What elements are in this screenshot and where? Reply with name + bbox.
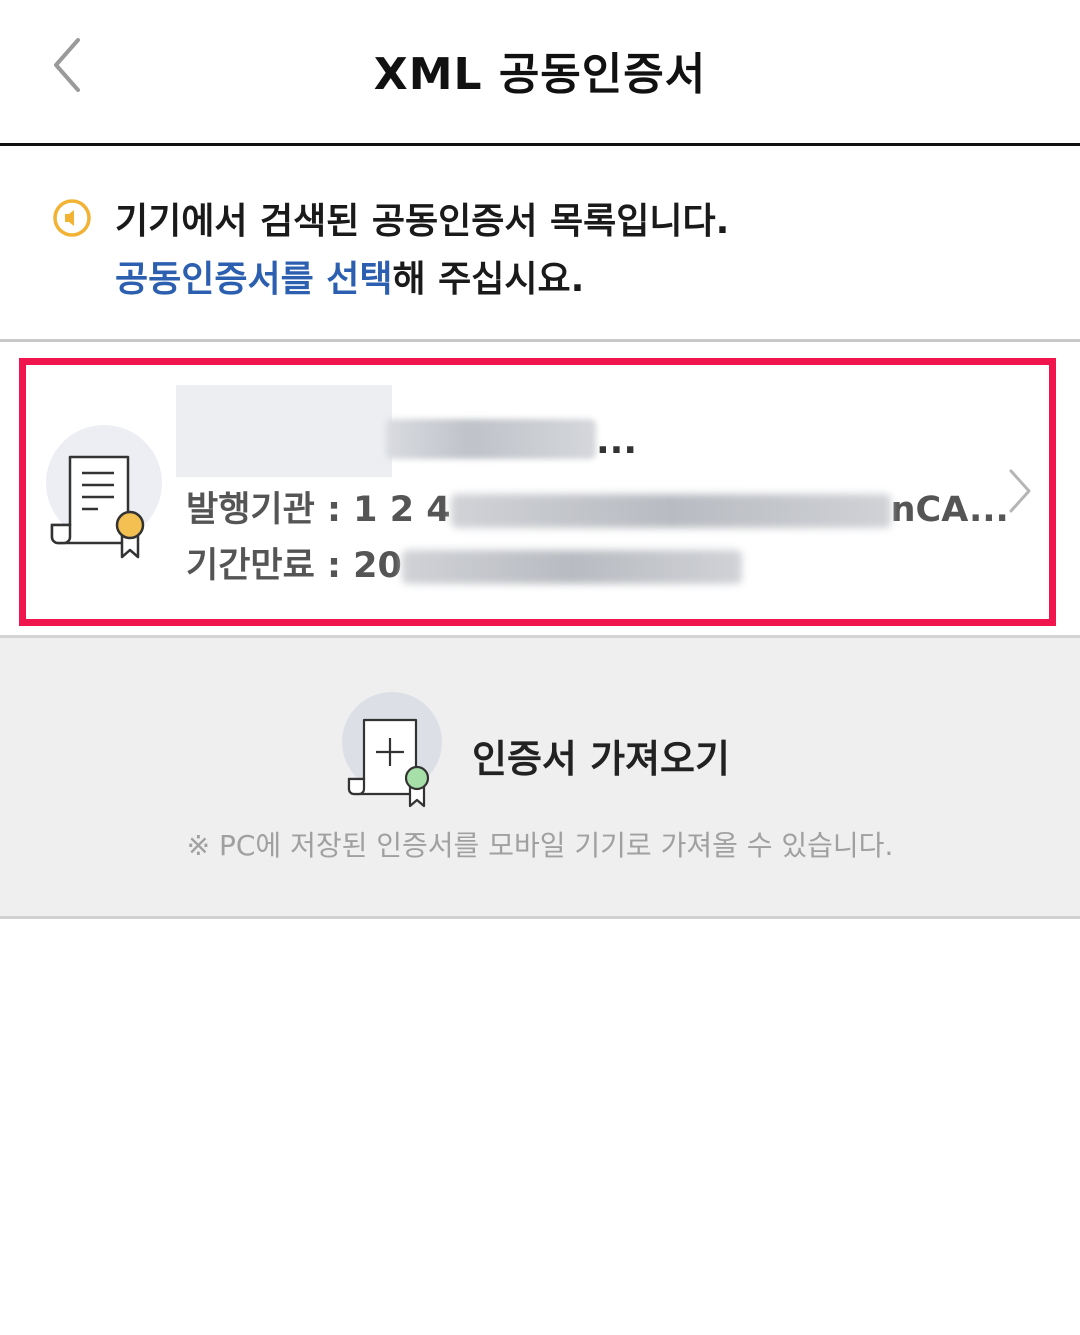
certificate-expiry: 기간만료 : 20 <box>186 537 742 588</box>
certificate-list: ... 발행기관 : 1 2 4 nCA... 기간만료 : 20 <box>0 342 1080 638</box>
certificate-name-ellipsis: ... <box>596 421 638 462</box>
notice-accent-text: 공동인증서를 선택 <box>115 259 393 300</box>
app-header: XML 공동인증서 <box>0 0 1080 146</box>
expiry-label: 기간만료 : <box>186 546 354 586</box>
chevron-right-icon <box>1005 465 1035 517</box>
issuer-value-suffix: nCA... <box>890 490 1009 530</box>
page-title: XML 공동인증서 <box>373 49 707 100</box>
redacted-expiry <box>401 550 742 584</box>
notice-text-line1: 기기에서 검색된 공동인증서 목록입니다. <box>115 201 730 242</box>
issuer-label: 발행기관 : <box>186 490 354 530</box>
redacted-name-block <box>176 385 392 477</box>
speaker-icon <box>52 198 92 238</box>
certificate-name: ... <box>176 385 646 477</box>
import-section: 인증서 가져오기 ※ PC에 저장된 인증서를 모바일 기기로 가져올 수 있습… <box>0 638 1080 919</box>
certificate-issuer: 발행기관 : 1 2 4 nCA... <box>186 481 1009 532</box>
redacted-name-text <box>386 419 596 459</box>
certificate-icon <box>40 421 170 571</box>
import-certificate-button[interactable]: 인증서 가져오기 <box>340 690 760 810</box>
issuer-value-prefix: 1 2 4 <box>353 490 451 530</box>
certificate-item[interactable]: ... 발행기관 : 1 2 4 nCA... 기간만료 : 20 <box>19 358 1056 626</box>
notice-banner: 기기에서 검색된 공동인증서 목록입니다. 공동인증서를 선택해 주십시요. <box>0 146 1080 342</box>
expiry-value-prefix: 20 <box>353 546 402 586</box>
notice-text-line2: 공동인증서를 선택해 주십시요. <box>115 250 584 302</box>
notice-rest-text: 해 주십시요. <box>392 259 585 300</box>
redacted-issuer <box>450 494 891 528</box>
import-certificate-label: 인증서 가져오기 <box>472 737 730 781</box>
import-note: ※ PC에 저장된 인증서를 모바일 기기로 가져올 수 있습니다. <box>186 829 894 862</box>
import-certificate-icon <box>340 690 450 810</box>
